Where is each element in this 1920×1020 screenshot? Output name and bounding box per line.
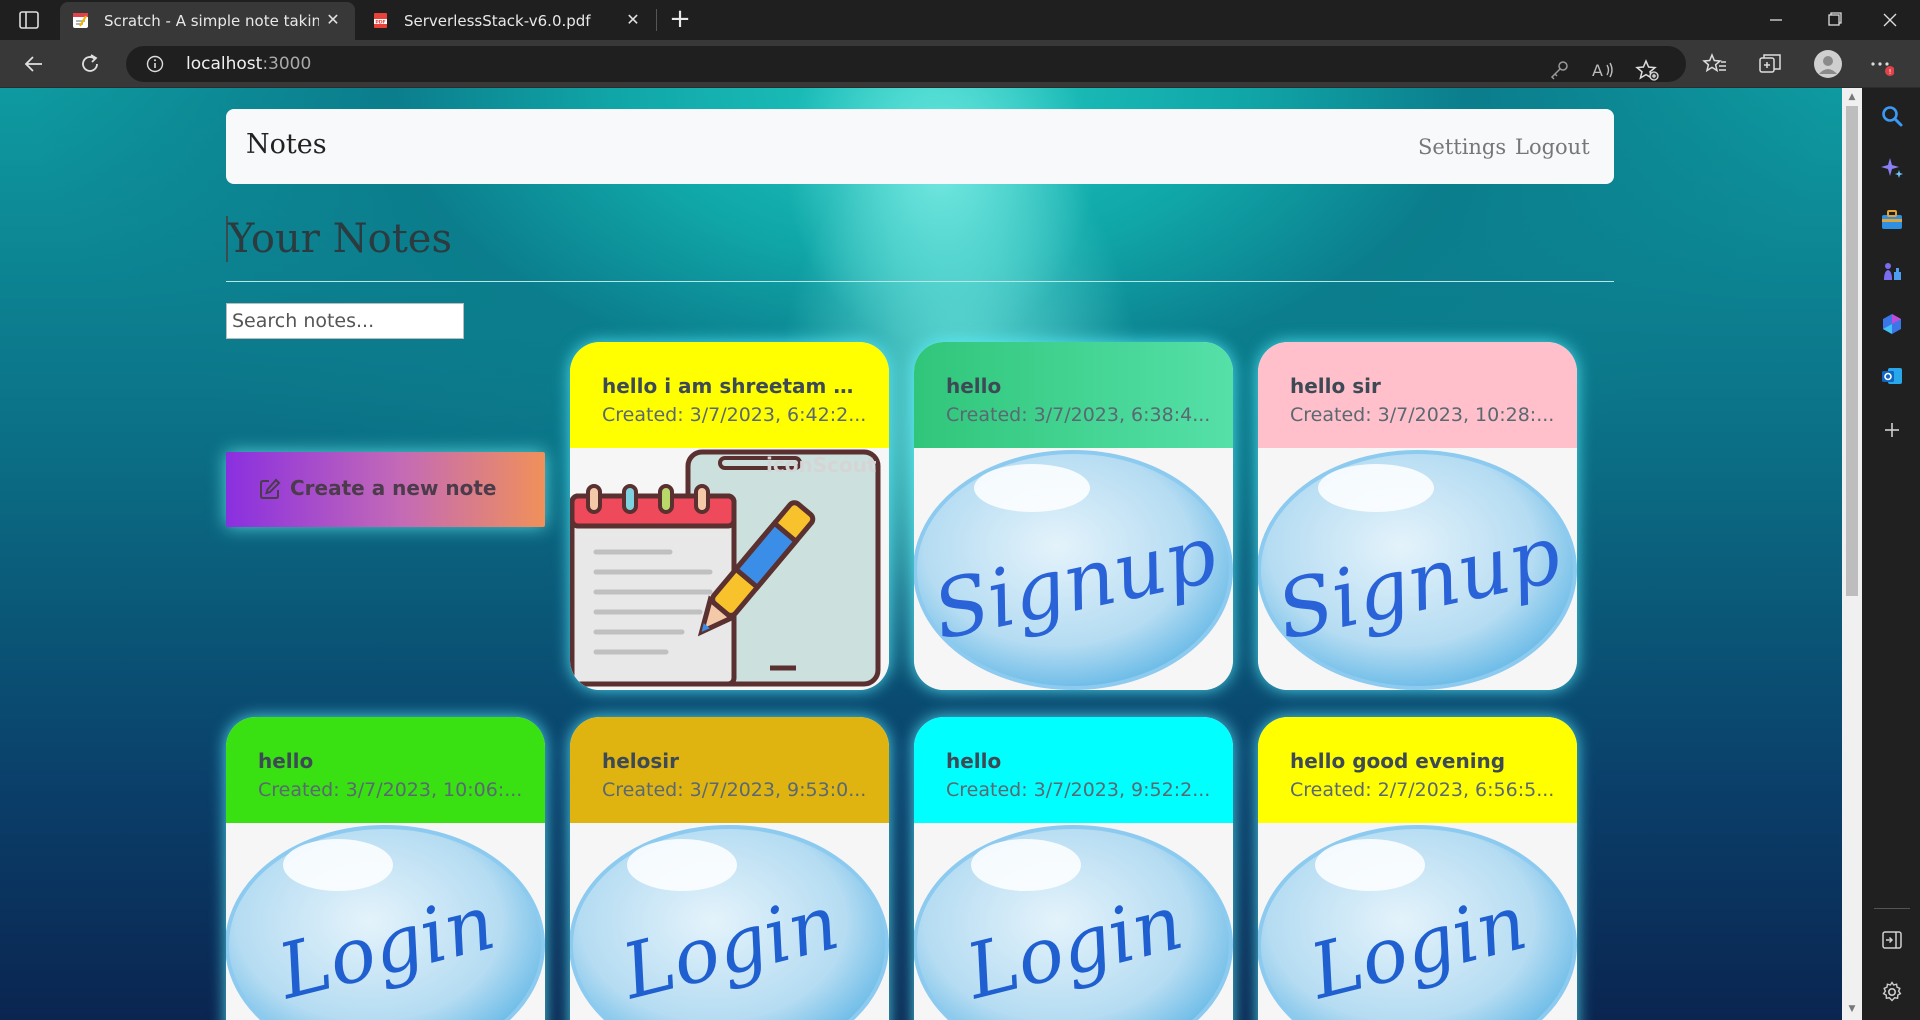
note-card[interactable]: hello Created: 3/7/2023, 10:06:... Login xyxy=(226,717,545,1020)
close-tab-icon[interactable]: ✕ xyxy=(623,10,643,30)
signup-bubble-image: Signup xyxy=(1258,448,1577,690)
note-card[interactable]: hello Created: 3/7/2023, 6:38:4... Signu… xyxy=(914,342,1233,690)
note-title: hello i am shreetam mi... xyxy=(602,374,867,398)
edit-icon xyxy=(260,478,281,499)
note-created-date: Created: 3/7/2023, 6:42:2... xyxy=(602,404,867,426)
tab-separator xyxy=(656,9,657,31)
new-tab-icon[interactable]: + xyxy=(666,6,694,34)
add-favorite-icon[interactable] xyxy=(1634,58,1660,82)
profile-avatar-icon[interactable] xyxy=(1813,49,1843,79)
login-bubble-image: Login xyxy=(226,823,545,1020)
iconscout-watermark: iconScout xyxy=(766,453,877,477)
collections-icon[interactable] xyxy=(1757,52,1783,76)
svg-text:PDF: PDF xyxy=(375,19,385,25)
settings-link[interactable]: Settings xyxy=(1418,135,1506,159)
svg-text:A: A xyxy=(1592,61,1603,80)
note-card[interactable]: hello good evening Created: 2/7/2023, 6:… xyxy=(1258,717,1577,1020)
note-title: hello xyxy=(946,374,1002,398)
browser-sidebar xyxy=(1864,88,1920,1020)
site-info-icon[interactable] xyxy=(146,55,164,73)
brand-logo-text[interactable]: Notes xyxy=(246,129,327,160)
note-title: hello good evening xyxy=(1290,749,1506,773)
tab-title: Scratch - A simple note taking app xyxy=(104,12,319,30)
scroll-down-arrow-icon[interactable]: ▼ xyxy=(1846,1004,1858,1014)
search-input[interactable] xyxy=(226,303,464,339)
copilot-sparkle-icon[interactable] xyxy=(1880,156,1904,180)
page-scrollbar[interactable]: ▲ ▼ xyxy=(1842,88,1862,1020)
tools-briefcase-icon[interactable] xyxy=(1880,208,1904,232)
hide-sidebar-icon[interactable] xyxy=(1880,928,1904,952)
refresh-icon[interactable] xyxy=(76,50,104,78)
favorites-icon[interactable] xyxy=(1702,52,1728,76)
top-navbar: Notes Settings Logout xyxy=(226,109,1614,184)
key-icon[interactable] xyxy=(1546,58,1572,82)
svg-text:!: ! xyxy=(1889,68,1892,76)
tab-scratch[interactable]: Scratch - A simple note taking app ✕ xyxy=(60,2,355,40)
create-new-note-label: Create a new note xyxy=(290,476,497,500)
login-bubble-image: Login xyxy=(570,823,889,1020)
games-chess-icon[interactable] xyxy=(1880,260,1904,284)
scroll-thumb[interactable] xyxy=(1846,106,1858,596)
logout-link[interactable]: Logout xyxy=(1515,135,1590,159)
note-created-date: Created: 3/7/2023, 9:53:0... xyxy=(602,779,867,801)
signup-bubble-image: Signup xyxy=(914,448,1233,690)
login-bubble-image: Login xyxy=(914,823,1233,1020)
notepad-favicon xyxy=(73,13,88,28)
note-created-date: Created: 3/7/2023, 10:28:... xyxy=(1290,404,1555,426)
sidebar-divider xyxy=(1874,908,1910,909)
notepad-pen-icon: iconScout xyxy=(570,448,889,690)
login-bubble-image: Login xyxy=(1258,823,1577,1020)
tab-pdf[interactable]: PDF ServerlessStack-v6.0.pdf ✕ xyxy=(360,2,655,40)
tab-actions-icon[interactable] xyxy=(18,10,40,30)
url-text[interactable]: localhost:3000 xyxy=(186,54,311,74)
note-card[interactable]: hello i am shreetam mi... Created: 3/7/2… xyxy=(570,342,889,690)
note-created-date: Created: 3/7/2023, 9:52:2... xyxy=(946,779,1211,801)
note-title: hello xyxy=(258,749,314,773)
add-sidebar-app-icon[interactable] xyxy=(1880,418,1904,442)
browser-tab-bar: Scratch - A simple note taking app ✕ PDF… xyxy=(0,0,1920,40)
note-title: hello xyxy=(946,749,1002,773)
note-created-date: Created: 3/7/2023, 10:06:... xyxy=(258,779,523,801)
note-card[interactable]: hello Created: 3/7/2023, 9:52:2... Login xyxy=(914,717,1233,1020)
more-options-icon[interactable]: ! xyxy=(1868,52,1894,76)
page-title: Your Notes xyxy=(226,216,452,262)
create-new-note-button[interactable]: Create a new note xyxy=(226,452,545,527)
note-card[interactable]: helosir Created: 3/7/2023, 9:53:0... Log… xyxy=(570,717,889,1020)
close-tab-icon[interactable]: ✕ xyxy=(323,10,343,30)
close-window-icon[interactable] xyxy=(1870,6,1910,34)
settings-gear-icon[interactable] xyxy=(1880,980,1904,1004)
scroll-up-arrow-icon[interactable]: ▲ xyxy=(1846,92,1858,102)
url-bar[interactable]: localhost:3000 A xyxy=(126,46,1686,82)
m365-icon[interactable] xyxy=(1880,312,1904,336)
note-created-date: Created: 2/7/2023, 6:56:5... xyxy=(1290,779,1555,801)
address-bar-row: localhost:3000 A ! xyxy=(0,40,1920,88)
pdf-favicon: PDF xyxy=(374,13,387,28)
outlook-icon[interactable] xyxy=(1880,364,1904,388)
minimize-icon[interactable] xyxy=(1756,6,1796,34)
title-divider xyxy=(226,281,1614,282)
note-title: helosir xyxy=(602,749,680,773)
restore-icon[interactable] xyxy=(1814,6,1854,34)
note-created-date: Created: 3/7/2023, 6:38:4... xyxy=(946,404,1211,426)
back-icon[interactable] xyxy=(20,50,48,78)
page-viewport: Notes Settings Logout Your Notes Create … xyxy=(0,88,1842,1020)
tab-title: ServerlessStack-v6.0.pdf xyxy=(404,12,591,30)
search-icon[interactable] xyxy=(1880,104,1904,128)
note-title: hello sir xyxy=(1290,374,1381,398)
read-aloud-icon[interactable]: A xyxy=(1590,58,1616,82)
note-card[interactable]: hello sir Created: 3/7/2023, 10:28:... S… xyxy=(1258,342,1577,690)
